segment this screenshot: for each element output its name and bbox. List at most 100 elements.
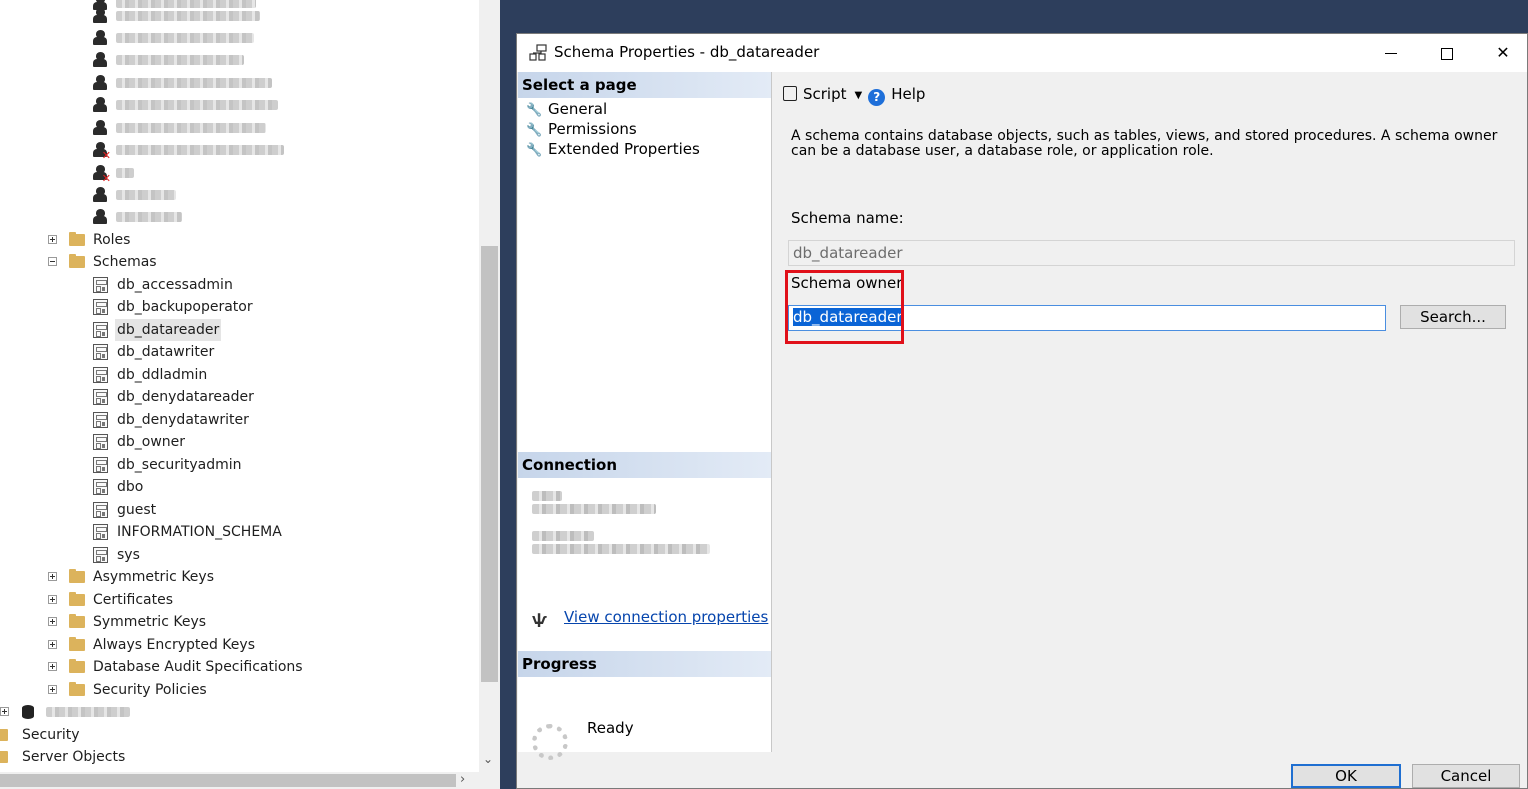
redacted-label bbox=[46, 707, 130, 717]
minimize-icon bbox=[1385, 52, 1397, 55]
vertical-scrollbar[interactable]: ⌄ bbox=[479, 0, 500, 772]
redacted-connection-label bbox=[532, 531, 594, 541]
help-button[interactable]: ? Help bbox=[868, 85, 925, 106]
expand-icon[interactable] bbox=[48, 235, 57, 244]
tree-node-asymmetric-keys[interactable]: Asymmetric Keys bbox=[48, 566, 388, 588]
redacted-label bbox=[116, 212, 182, 222]
tree-node-certificates[interactable]: Certificates bbox=[48, 589, 388, 611]
tree-row-redacted[interactable]: ✕ bbox=[92, 162, 292, 184]
page-permissions[interactable]: 🔧 Permissions bbox=[526, 119, 637, 139]
tree-node-label: db_ddladmin bbox=[117, 367, 208, 383]
tree-node-label: Schemas bbox=[93, 254, 157, 270]
schema-icon bbox=[93, 434, 108, 450]
tree-node-always-encrypted-keys[interactable]: Always Encrypted Keys bbox=[48, 634, 388, 656]
tree-node-database-redacted[interactable] bbox=[0, 701, 200, 723]
tree-row-redacted[interactable] bbox=[92, 184, 292, 206]
script-dropdown-icon[interactable]: ▼ bbox=[855, 84, 863, 108]
ok-button[interactable]: OK bbox=[1291, 764, 1401, 788]
user-icon bbox=[92, 30, 108, 46]
collapse-icon[interactable] bbox=[48, 257, 57, 266]
tree-node-schema[interactable]: db_denydatareader bbox=[92, 386, 392, 408]
tree-node-label: Server Objects bbox=[22, 749, 126, 765]
tree-node-schema[interactable]: db_ddladmin bbox=[92, 364, 392, 386]
tree-node-roles[interactable]: Roles bbox=[48, 229, 348, 251]
redacted-label bbox=[116, 33, 254, 43]
tree-node-label: Symmetric Keys bbox=[93, 614, 207, 630]
help-icon: ? bbox=[868, 89, 886, 106]
schema-icon bbox=[93, 367, 108, 383]
scrollbar-thumb[interactable] bbox=[0, 774, 456, 787]
tree-row-redacted[interactable] bbox=[92, 117, 292, 139]
user-icon bbox=[92, 8, 108, 24]
tree-node-schema[interactable]: dbo bbox=[92, 476, 392, 498]
tree-node-schema[interactable]: sys bbox=[92, 544, 392, 566]
tree-node-schema[interactable]: db_accessadmin bbox=[92, 274, 392, 296]
tree-node-server-objects[interactable]: Server Objects bbox=[0, 746, 192, 768]
tree-row-redacted[interactable] bbox=[92, 72, 292, 94]
tree-node-label: Asymmetric Keys bbox=[93, 569, 215, 585]
page-label: Extended Properties bbox=[548, 140, 700, 158]
select-page-header: Select a page bbox=[518, 72, 771, 98]
expand-icon[interactable] bbox=[0, 707, 9, 716]
page-general[interactable]: 🔧 General bbox=[526, 99, 607, 119]
wrench-icon: 🔧 bbox=[526, 103, 543, 118]
dialog-toolbar: Script ▼? Help bbox=[783, 82, 925, 106]
expand-icon[interactable] bbox=[48, 662, 57, 671]
schema-icon bbox=[93, 299, 108, 315]
tree-node-schemas[interactable]: Schemas bbox=[48, 251, 348, 273]
maximize-button[interactable] bbox=[1424, 34, 1470, 72]
tree-node-label: db_denydatawriter bbox=[117, 412, 249, 428]
tree-node-schema[interactable]: db_datawriter bbox=[92, 341, 392, 363]
tree-node-schema[interactable]: guest bbox=[92, 499, 392, 521]
redacted-label bbox=[116, 78, 272, 88]
scrollbar-thumb[interactable] bbox=[481, 246, 498, 682]
script-button[interactable]: Script bbox=[783, 85, 847, 103]
folder-icon bbox=[69, 637, 85, 651]
page-extended-properties[interactable]: 🔧 Extended Properties bbox=[526, 139, 700, 159]
tree-node-database-audit-specifications[interactable]: Database Audit Specifications bbox=[48, 656, 408, 678]
horizontal-scrollbar[interactable]: › bbox=[0, 772, 500, 789]
tree-node-schema[interactable]: db_owner bbox=[92, 431, 392, 453]
tree-node-label: dbo bbox=[117, 479, 144, 495]
schema-properties-icon bbox=[529, 44, 547, 61]
tree-node-schema[interactable]: INFORMATION_SCHEMA bbox=[92, 521, 392, 543]
expand-icon[interactable] bbox=[48, 572, 57, 581]
page-label: General bbox=[548, 100, 608, 118]
tree-node-schema[interactable]: db_backupoperator bbox=[92, 296, 392, 318]
tree-row-redacted[interactable] bbox=[92, 27, 292, 49]
tree-row-redacted[interactable] bbox=[92, 5, 292, 27]
schema-icon bbox=[93, 322, 108, 338]
expand-icon[interactable] bbox=[48, 617, 57, 626]
tree-node-symmetric-keys[interactable]: Symmetric Keys bbox=[48, 611, 388, 633]
tree-row-redacted[interactable] bbox=[92, 94, 292, 116]
schema-name-field[interactable] bbox=[788, 240, 1515, 266]
redacted-label bbox=[116, 190, 176, 200]
expand-icon[interactable] bbox=[48, 595, 57, 604]
user-icon bbox=[92, 52, 108, 68]
database-icon bbox=[22, 705, 34, 719]
tree-node-security[interactable]: Security bbox=[0, 724, 192, 746]
tree-row-redacted[interactable] bbox=[92, 49, 292, 71]
tree-node-label: db_denydatareader bbox=[117, 389, 254, 405]
minimize-button[interactable] bbox=[1368, 34, 1414, 72]
expand-icon[interactable] bbox=[48, 685, 57, 694]
tree-node-schema-selected[interactable]: db_datareader bbox=[92, 319, 392, 341]
view-connection-properties-link[interactable]: View connection properties bbox=[564, 608, 768, 626]
close-button[interactable]: ✕ bbox=[1480, 34, 1526, 72]
tree-node-security-policies[interactable]: Security Policies bbox=[48, 679, 388, 701]
redacted-label bbox=[116, 123, 266, 133]
folder-icon bbox=[0, 729, 8, 741]
cancel-button[interactable]: Cancel bbox=[1412, 764, 1520, 788]
tree-node-schema[interactable]: db_securityadmin bbox=[92, 454, 392, 476]
scroll-down-icon[interactable]: ⌄ bbox=[483, 752, 493, 766]
tree-row-redacted[interactable]: ✕ bbox=[92, 139, 292, 161]
user-icon bbox=[92, 75, 108, 91]
folder-icon bbox=[69, 682, 85, 696]
expand-icon[interactable] bbox=[48, 640, 57, 649]
tree-node-schema[interactable]: db_denydatawriter bbox=[92, 409, 392, 431]
scroll-right-icon[interactable]: › bbox=[460, 772, 465, 787]
tree-row-redacted[interactable] bbox=[92, 206, 292, 228]
redacted-label bbox=[116, 168, 134, 178]
search-button[interactable]: Search... bbox=[1400, 305, 1506, 329]
dialog-titlebar[interactable]: Schema Properties - db_datareader ✕ bbox=[517, 34, 1527, 72]
